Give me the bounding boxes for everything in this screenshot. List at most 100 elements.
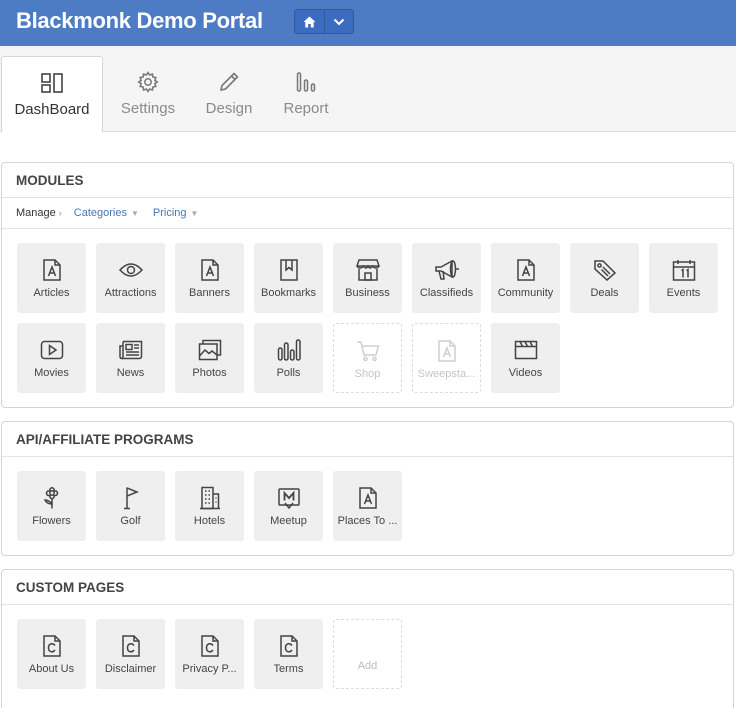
module-tile-banners[interactable]: Banners <box>175 243 244 313</box>
api-affiliate-panel: API/AFFILIATE PROGRAMS Flowers Golf Hote… <box>1 421 734 556</box>
custom-pages-grid: About Us Disclaimer Privacy P... Terms A… <box>17 619 718 689</box>
module-tile-articles[interactable]: Articles <box>17 243 86 313</box>
tab-dashboard[interactable]: DashBoard <box>1 56 103 132</box>
tile-label: Articles <box>33 287 70 299</box>
module-tile-deals[interactable]: Deals <box>570 243 639 313</box>
tab-label: Design <box>205 100 253 117</box>
page-c-icon <box>279 634 299 658</box>
tile-label: Community <box>497 287 554 299</box>
tile-label: Movies <box>34 367 69 379</box>
categories-link[interactable]: Categories <box>74 207 127 219</box>
tab-label: Report <box>283 100 329 117</box>
document-icon <box>42 258 62 282</box>
home-icon <box>303 16 316 27</box>
add-label: Add <box>357 660 378 672</box>
flag-icon <box>121 486 141 510</box>
modules-panel: MODULES Manage › Categories ▼ Pricing ▼ … <box>1 162 734 408</box>
tile-label: Flowers <box>32 515 71 527</box>
modules-grid: Articles Attractions Banners Bookmarks B… <box>17 243 718 393</box>
bar-chart-icon <box>296 70 316 94</box>
module-tile-bookmarks[interactable]: Bookmarks <box>254 243 323 313</box>
dropdown-button[interactable] <box>324 10 353 33</box>
tile-label: Sweepsta... <box>417 368 476 380</box>
api-grid: Flowers Golf Hotels Meetup Places To ... <box>17 471 718 541</box>
module-tile-sweepstakes[interactable]: Sweepsta... <box>412 323 481 393</box>
cart-icon <box>356 339 380 363</box>
module-tile-movies[interactable]: Movies <box>17 323 86 393</box>
page-tile-disclaimer[interactable]: Disclaimer <box>96 619 165 689</box>
eye-icon <box>118 258 143 282</box>
bookmark-icon <box>279 258 299 282</box>
tab-report[interactable]: Report <box>272 56 340 132</box>
tile-label: Meetup <box>270 515 307 527</box>
page-tile-terms[interactable]: Terms <box>254 619 323 689</box>
api-tile-hotels[interactable]: Hotels <box>175 471 244 541</box>
tile-label: Banners <box>189 287 230 299</box>
megaphone-icon <box>434 258 460 282</box>
tile-label: Attractions <box>104 287 157 299</box>
tile-label: Deals <box>590 287 619 299</box>
play-icon <box>40 338 64 362</box>
tile-label: Photos <box>192 367 227 379</box>
dashboard-icon <box>41 71 63 95</box>
caret-down-icon: ▼ <box>190 208 199 218</box>
document-icon <box>358 486 378 510</box>
page-tile-about-us[interactable]: About Us <box>17 619 86 689</box>
module-tile-business[interactable]: Business <box>333 243 402 313</box>
chevron-down-icon <box>333 18 345 25</box>
module-tile-polls[interactable]: Polls <box>254 323 323 393</box>
tab-label: Settings <box>120 100 176 117</box>
app-title: Blackmonk Demo Portal <box>16 8 263 33</box>
module-tile-community[interactable]: Community <box>491 243 560 313</box>
document-icon <box>437 339 457 363</box>
chevron-right-icon: › <box>58 208 62 218</box>
store-icon <box>355 258 380 282</box>
tile-label: Videos <box>508 367 543 379</box>
clapperboard-icon <box>514 338 538 362</box>
calendar-icon <box>672 258 696 282</box>
tab-label: DashBoard <box>14 101 90 118</box>
api-tile-flowers[interactable]: Flowers <box>17 471 86 541</box>
module-tile-photos[interactable]: Photos <box>175 323 244 393</box>
module-tile-news[interactable]: News <box>96 323 165 393</box>
api-tile-meetup[interactable]: Meetup <box>254 471 323 541</box>
flower-icon <box>41 486 63 510</box>
page-c-icon <box>121 634 141 658</box>
tile-label: Disclaimer <box>104 663 157 675</box>
tile-label: Business <box>345 287 390 299</box>
tab-settings[interactable]: Settings <box>110 56 186 132</box>
newspaper-icon <box>118 338 143 362</box>
api-tile-golf[interactable]: Golf <box>96 471 165 541</box>
add-page-button[interactable]: Add <box>333 619 402 689</box>
document-icon <box>200 258 220 282</box>
tile-label: Golf <box>120 515 141 527</box>
api-tile-places-to[interactable]: Places To ... <box>333 471 402 541</box>
app-header: Blackmonk Demo Portal <box>0 0 736 46</box>
tile-label: Privacy P... <box>182 663 237 675</box>
tile-label: Polls <box>276 367 301 379</box>
panel-title: CUSTOM PAGES <box>2 570 733 605</box>
tile-label: Bookmarks <box>260 287 317 299</box>
tile-label: Classifieds <box>419 287 474 299</box>
module-tile-shop[interactable]: Shop <box>333 323 402 393</box>
pricing-link[interactable]: Pricing <box>153 207 187 219</box>
meetup-icon <box>277 486 301 510</box>
page-tile-privacy-policy[interactable]: Privacy P... <box>175 619 244 689</box>
tag-icon <box>593 258 617 282</box>
tile-label: News <box>116 367 145 379</box>
module-tile-classifieds[interactable]: Classifieds <box>412 243 481 313</box>
manage-label: Manage <box>16 207 56 219</box>
home-button[interactable] <box>295 10 324 33</box>
tab-design[interactable]: Design <box>193 56 265 132</box>
tile-label: Terms <box>273 663 304 675</box>
photos-icon <box>198 338 222 362</box>
module-tile-videos[interactable]: Videos <box>491 323 560 393</box>
page-c-icon <box>200 634 220 658</box>
module-tile-attractions[interactable]: Attractions <box>96 243 165 313</box>
module-tile-events[interactable]: Events <box>649 243 718 313</box>
panel-title: API/AFFILIATE PROGRAMS <box>2 422 733 457</box>
tile-label: Shop <box>354 368 381 380</box>
gear-icon <box>137 70 159 94</box>
tile-label: About Us <box>28 663 75 675</box>
caret-down-icon: ▼ <box>130 208 139 218</box>
